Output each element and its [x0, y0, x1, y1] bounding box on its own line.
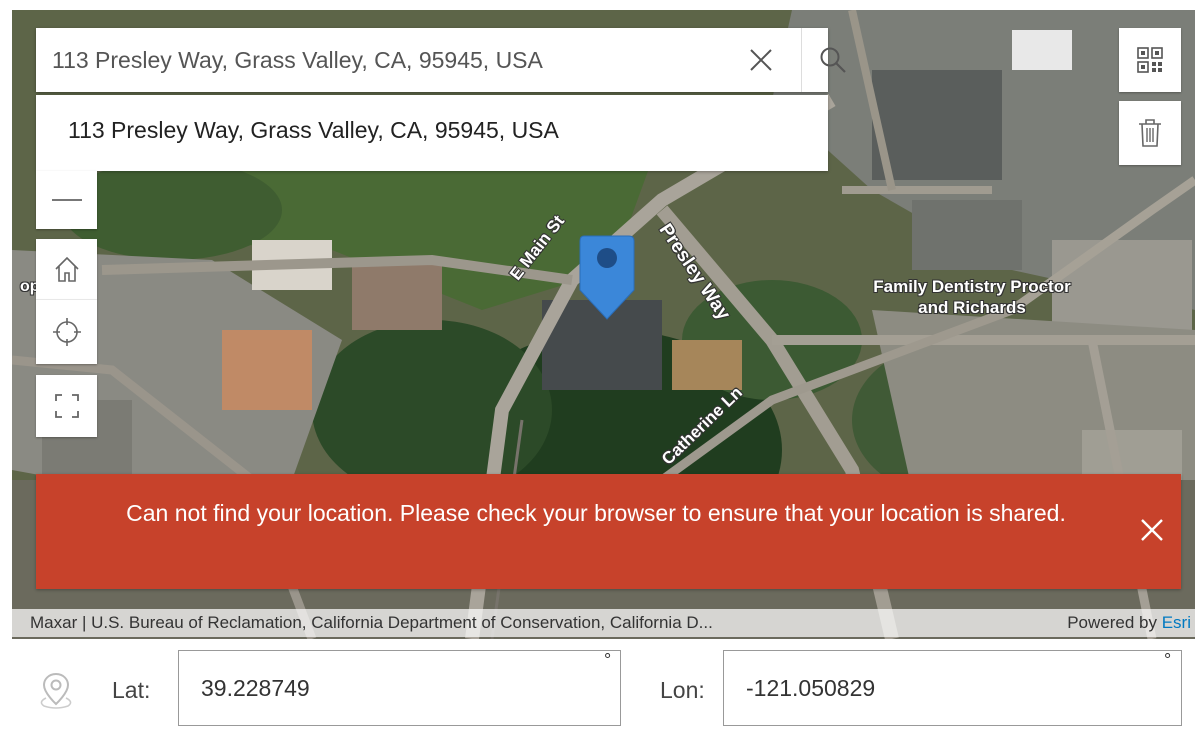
latitude-degree-symbol: °	[604, 650, 612, 670]
delete-button[interactable]	[1119, 101, 1181, 165]
map-pin-icon[interactable]	[34, 668, 78, 712]
alert-close-button[interactable]	[1134, 512, 1170, 548]
esri-link[interactable]: Esri	[1162, 613, 1191, 632]
search-input[interactable]	[36, 28, 732, 92]
locate-button[interactable]	[36, 300, 97, 364]
minus-icon	[51, 199, 82, 201]
map-attribution: Maxar | U.S. Bureau of Reclamation, Cali…	[12, 609, 1195, 637]
attribution-text: Maxar | U.S. Bureau of Reclamation, Cali…	[30, 613, 713, 632]
search-suggestions: 113 Presley Way, Grass Valley, CA, 95945…	[36, 95, 828, 171]
suggestion-item[interactable]: 113 Presley Way, Grass Valley, CA, 95945…	[68, 117, 559, 144]
longitude-degree-symbol: °	[1164, 650, 1172, 670]
crosshair-icon	[52, 318, 81, 346]
location-error-alert: Can not find your location. Please check…	[36, 474, 1181, 589]
alert-message: Can not find your location. Please check…	[126, 500, 1066, 526]
longitude-label: Lon:	[660, 677, 705, 703]
home-button[interactable]	[36, 239, 97, 300]
qr-code-icon	[1137, 47, 1163, 73]
longitude-input[interactable]	[723, 650, 1182, 726]
home-icon	[54, 256, 79, 282]
powered-by-label: Powered by	[1067, 613, 1157, 632]
zoom-out-button[interactable]	[36, 171, 97, 229]
search-widget	[36, 28, 846, 92]
latitude-input[interactable]	[178, 650, 621, 726]
qr-code-button[interactable]	[1119, 28, 1181, 92]
close-icon	[1141, 519, 1163, 541]
trash-icon	[1139, 119, 1161, 147]
clear-search-button[interactable]	[738, 38, 784, 82]
search-icon	[820, 47, 846, 73]
powered-by[interactable]: Powered by Esri	[1067, 609, 1191, 637]
poi-label-dentistry: Family Dentistry Proctor and Richards	[873, 277, 1071, 317]
fullscreen-button[interactable]	[36, 375, 97, 437]
fullscreen-icon	[54, 394, 79, 418]
close-icon	[750, 49, 772, 71]
latitude-label: Lat:	[112, 677, 151, 703]
search-button[interactable]	[802, 28, 864, 92]
